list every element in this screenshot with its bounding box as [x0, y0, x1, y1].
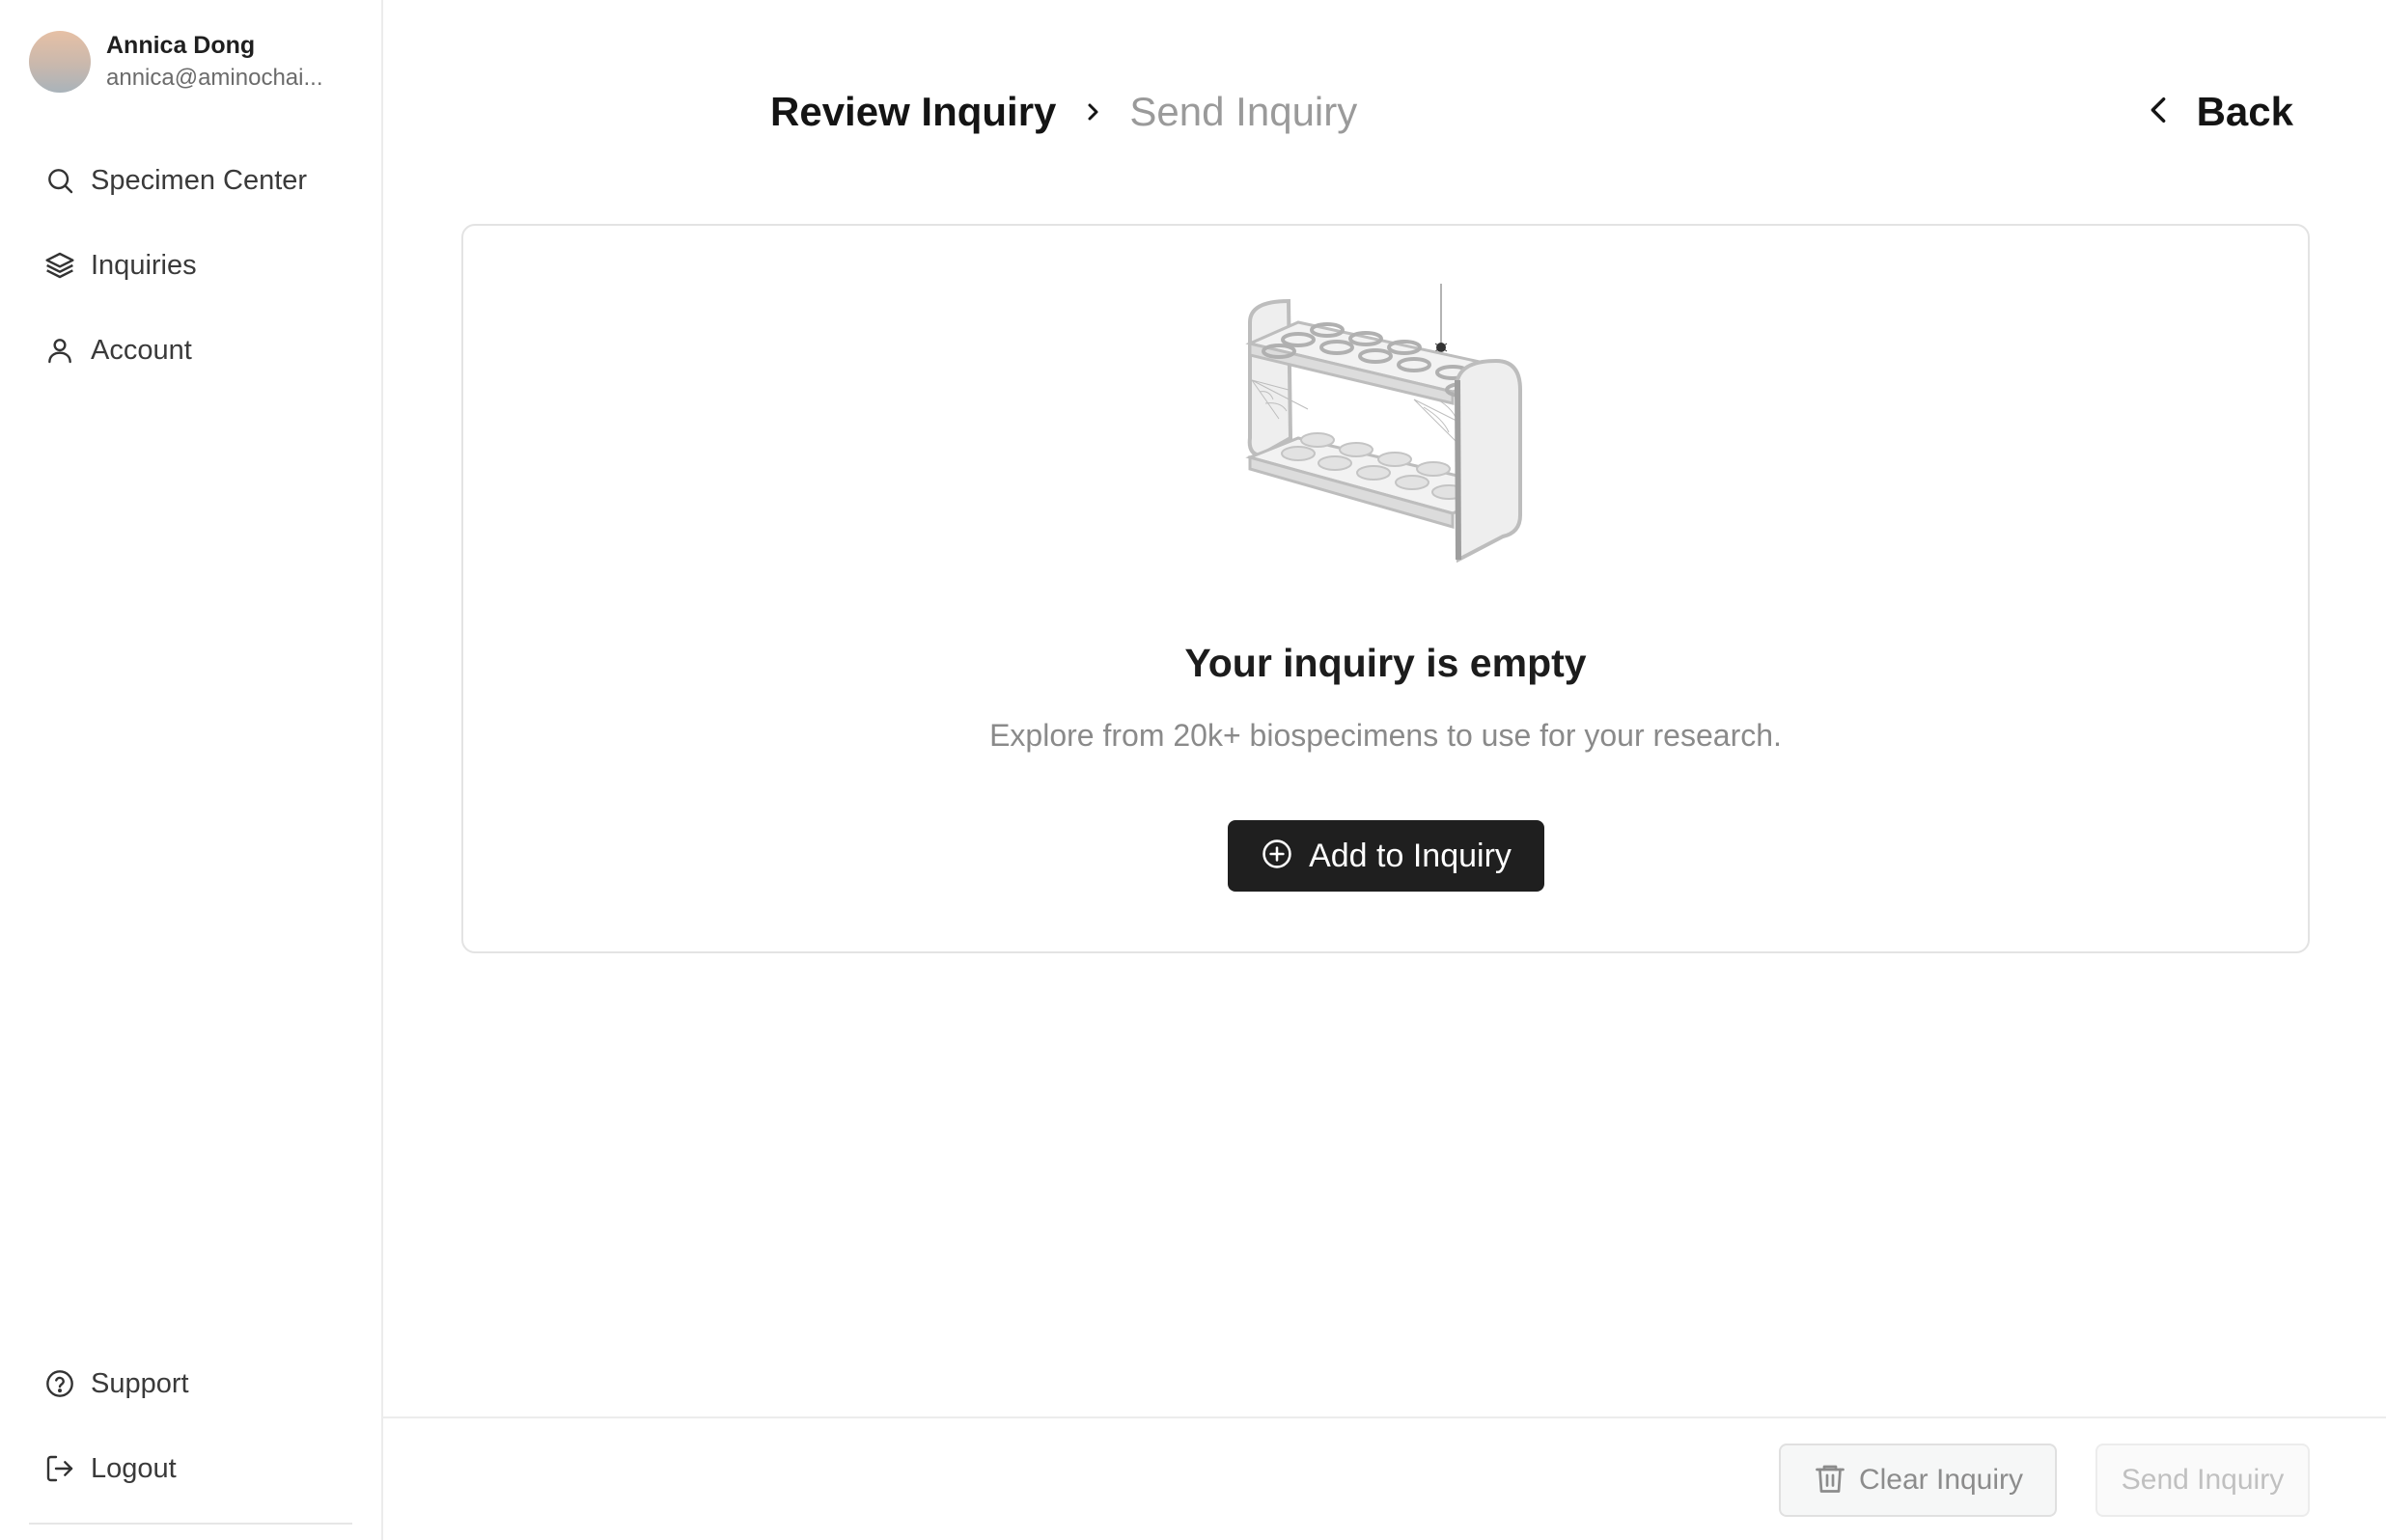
sidebar-bottom-nav: Support Logout: [42, 1341, 189, 1511]
plus-circle-icon: [1261, 838, 1293, 875]
layers-icon: [42, 248, 77, 283]
sidebar-item-label: Specimen Center: [91, 164, 308, 196]
sidebar: Annica Dong annica@aminochai... Specimen…: [0, 0, 383, 1540]
logout-icon: [42, 1451, 77, 1486]
footer-actions: Clear Inquiry Send Inquiry: [383, 1416, 2386, 1540]
add-to-inquiry-label: Add to Inquiry: [1309, 837, 1512, 874]
sidebar-item-support[interactable]: Support: [42, 1341, 189, 1426]
sidebar-item-label: Logout: [91, 1452, 177, 1484]
sidebar-item-label: Support: [91, 1367, 189, 1399]
user-info: Annica Dong annica@aminochai...: [106, 29, 338, 95]
test-tube-rack-illustration: [1245, 284, 1522, 564]
sidebar-nav: Specimen Center Inquiries Account: [42, 138, 307, 393]
breadcrumb-review-inquiry: Review Inquiry: [770, 89, 1057, 134]
sidebar-divider: [29, 1523, 352, 1525]
chevron-right-icon: [1081, 100, 1104, 124]
chevron-left-icon: [2145, 94, 2172, 131]
back-button[interactable]: Back: [2145, 85, 2293, 139]
empty-state-title: Your inquiry is empty: [1184, 641, 1587, 685]
send-inquiry-button[interactable]: Send Inquiry: [2095, 1444, 2310, 1517]
clear-inquiry-button[interactable]: Clear Inquiry: [1779, 1444, 2057, 1517]
trash-icon: [1813, 1461, 1847, 1500]
search-icon: [42, 163, 77, 198]
avatar: [29, 31, 91, 93]
user-name: Annica Dong: [106, 32, 256, 59]
sidebar-item-specimen-center[interactable]: Specimen Center: [42, 138, 307, 223]
help-circle-icon: [42, 1366, 77, 1401]
sidebar-item-logout[interactable]: Logout: [42, 1426, 189, 1511]
breadcrumb: Review Inquiry Send Inquiry: [770, 85, 1357, 139]
sidebar-item-label: Account: [91, 334, 192, 366]
user-email: annica@aminochai...: [106, 65, 323, 91]
user-profile[interactable]: Annica Dong annica@aminochai...: [29, 29, 338, 95]
breadcrumb-send-inquiry[interactable]: Send Inquiry: [1129, 89, 1357, 135]
empty-state-description: Explore from 20k+ biospecimens to use fo…: [989, 718, 1782, 753]
user-icon: [42, 333, 77, 368]
sidebar-item-account[interactable]: Account: [42, 308, 307, 393]
add-to-inquiry-button[interactable]: Add to Inquiry: [1228, 820, 1544, 892]
app: Annica Dong annica@aminochai... Specimen…: [0, 0, 2386, 1540]
clear-inquiry-label: Clear Inquiry: [1858, 1464, 2024, 1496]
sidebar-item-label: Inquiries: [91, 249, 197, 281]
send-inquiry-label: Send Inquiry: [2121, 1464, 2285, 1496]
back-label: Back: [2196, 89, 2293, 134]
empty-inquiry-card: Your inquiry is empty Explore from 20k+ …: [461, 224, 2310, 953]
sidebar-item-inquiries[interactable]: Inquiries: [42, 223, 307, 308]
